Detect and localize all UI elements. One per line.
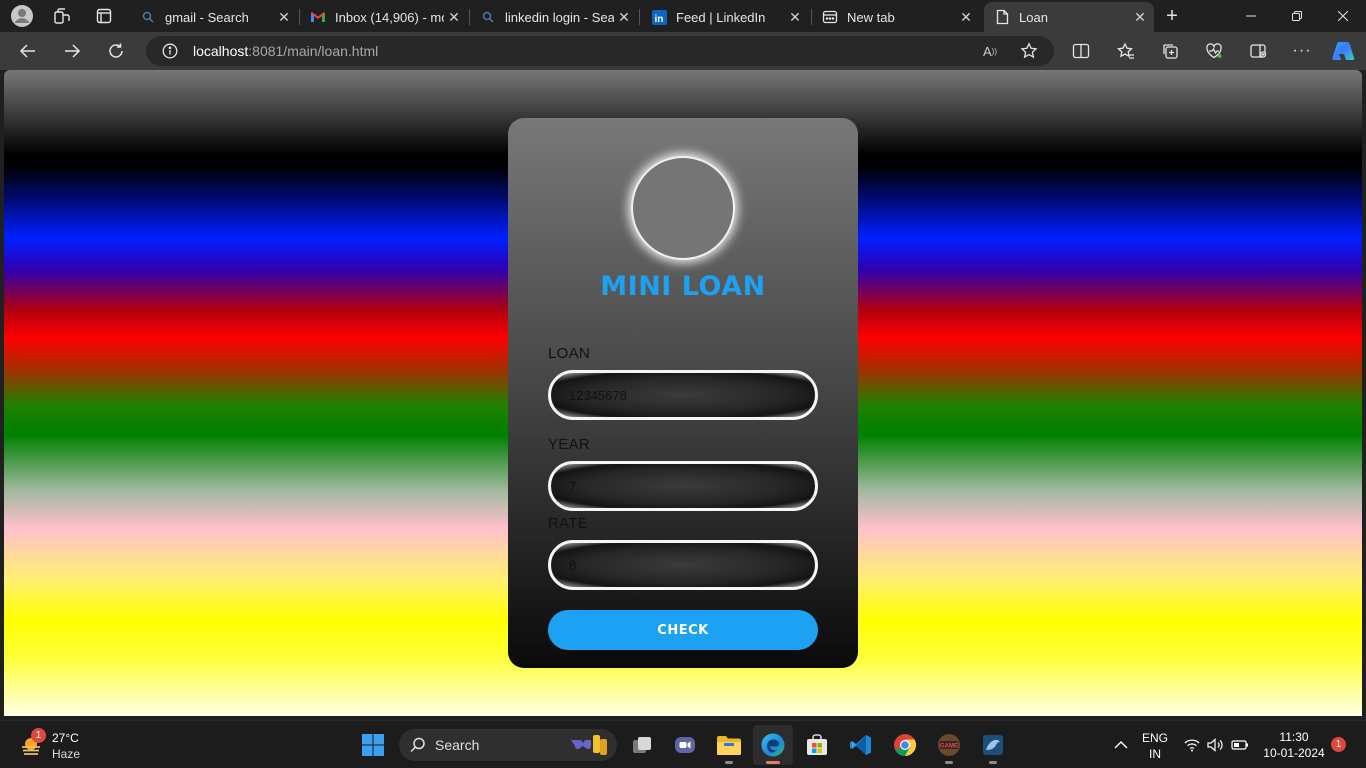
file-explorer-icon[interactable] — [709, 725, 749, 765]
taskbar-search[interactable]: Search — [399, 729, 617, 761]
running-indicator — [725, 761, 733, 764]
year-label: YEAR — [548, 436, 591, 453]
close-icon[interactable]: ✕ — [956, 7, 976, 27]
new-tab-page-icon — [822, 9, 838, 25]
tab-title: Inbox (14,906) - mol — [335, 9, 444, 25]
tab-new-tab[interactable]: New tab ✕ — [812, 2, 980, 32]
back-arrow-icon[interactable] — [13, 36, 43, 66]
close-icon[interactable]: ✕ — [1130, 7, 1150, 27]
show-hidden-icons-chevron-up-icon[interactable] — [1111, 735, 1131, 755]
vertical-tabs-icon[interactable] — [91, 4, 117, 28]
weather-badge: 1 — [31, 728, 46, 743]
new-tab-plus-icon[interactable]: + — [1159, 4, 1185, 28]
close-icon[interactable]: ✕ — [614, 7, 634, 27]
edge-browser-icon[interactable] — [753, 725, 793, 765]
chrome-icon[interactable] — [885, 725, 925, 765]
more-options-icon[interactable]: ··· — [1287, 36, 1317, 66]
search-highlight-icon — [571, 735, 607, 755]
read-aloud-icon[interactable]: A)) — [975, 36, 1005, 66]
game-app-icon[interactable]: GAME — [929, 725, 969, 765]
task-view-icon[interactable] — [622, 725, 662, 765]
search-label: Search — [435, 737, 480, 753]
search-icon — [480, 9, 496, 25]
page-icon — [994, 9, 1010, 25]
tab-strip: gmail - Search ✕ Inbox (14,906) - mol ✕ … — [0, 0, 1366, 32]
page-title: MINI LOAN — [600, 271, 766, 302]
tab-title: Feed | LinkedIn — [676, 9, 766, 25]
mysql-workbench-icon[interactable] — [973, 725, 1013, 765]
tab-linkedin-search[interactable]: linkedin login - Sear ✕ — [470, 2, 638, 32]
language-indicator-bottom[interactable]: IN — [1139, 747, 1171, 761]
refresh-icon[interactable] — [101, 36, 131, 66]
tab-gmail-search[interactable]: gmail - Search ✕ — [130, 2, 298, 32]
clock-date[interactable]: 10-01-2024 — [1256, 746, 1332, 760]
page-viewport: MINI LOAN LOAN 12345678 YEAR 7 RATE 8 CH… — [4, 70, 1362, 716]
battery-icon[interactable] — [1230, 735, 1250, 755]
restore-icon[interactable] — [1274, 0, 1320, 32]
address-bar[interactable]: localhost:8081/main/loan.html — [146, 36, 1054, 66]
gmail-icon — [310, 9, 326, 25]
extensions-icon[interactable] — [1243, 36, 1273, 66]
running-indicator — [945, 761, 953, 764]
tab-gmail-inbox[interactable]: Inbox (14,906) - mol ✕ — [300, 2, 468, 32]
loan-card: MINI LOAN LOAN 12345678 YEAR 7 RATE 8 CH… — [508, 118, 858, 668]
weather-widget[interactable]: 1 27°C Haze — [14, 727, 94, 763]
collections-icon[interactable] — [1155, 36, 1185, 66]
weather-temp: 27°C — [52, 731, 79, 745]
active-indicator — [766, 761, 780, 764]
tab-loan[interactable]: Loan ✕ — [984, 2, 1154, 32]
url-text: localhost:8081/main/loan.html — [193, 43, 379, 59]
search-icon — [140, 9, 156, 25]
profile-avatar-icon[interactable] — [9, 4, 35, 28]
rate-input-value: 8 — [569, 557, 577, 573]
tab-title: linkedin login - Sear — [505, 9, 614, 25]
year-input[interactable]: 7 — [548, 461, 818, 511]
tab-title: Loan — [1019, 9, 1048, 25]
windows-logo-icon — [362, 734, 384, 756]
close-window-icon[interactable] — [1320, 0, 1366, 32]
wifi-icon[interactable] — [1182, 735, 1202, 755]
start-button[interactable] — [353, 725, 393, 765]
forward-arrow-icon[interactable] — [57, 36, 87, 66]
close-icon[interactable]: ✕ — [785, 7, 805, 27]
svg-text:in: in — [654, 14, 663, 25]
linkedin-icon: in — [651, 9, 667, 25]
split-screen-icon[interactable] — [1066, 36, 1096, 66]
site-info-icon[interactable] — [162, 43, 178, 59]
volume-icon[interactable] — [1206, 735, 1226, 755]
notification-badge[interactable]: 1 — [1331, 737, 1346, 752]
rate-label: RATE — [548, 515, 589, 532]
browser-essentials-icon[interactable] — [1199, 36, 1229, 66]
language-indicator-top[interactable]: ENG — [1139, 731, 1171, 745]
loan-input-value: 12345678 — [569, 387, 627, 403]
check-button[interactable]: CHECK — [548, 610, 818, 650]
navigation-bar: localhost:8081/main/loan.html A)) ··· — [0, 32, 1366, 70]
loan-label: LOAN — [548, 345, 591, 362]
tab-title: New tab — [847, 9, 895, 25]
favorite-star-icon[interactable] — [1014, 36, 1044, 66]
tab-separator — [639, 9, 640, 25]
search-icon — [410, 737, 425, 753]
year-input-value: 7 — [569, 478, 577, 494]
favorites-icon[interactable] — [1111, 36, 1141, 66]
microsoft-store-icon[interactable] — [797, 725, 837, 765]
weather-condition: Haze — [52, 747, 81, 761]
rate-input[interactable]: 8 — [548, 540, 818, 590]
svg-text:GAME: GAME — [940, 744, 958, 750]
copilot-icon[interactable] — [1328, 36, 1358, 66]
workspaces-icon[interactable] — [49, 4, 75, 28]
tab-linkedin-feed[interactable]: in Feed | LinkedIn ✕ — [641, 2, 809, 32]
teams-chat-icon[interactable] — [665, 725, 705, 765]
close-icon[interactable]: ✕ — [444, 7, 464, 27]
tab-title: gmail - Search — [165, 9, 249, 25]
minimize-icon[interactable] — [1228, 0, 1274, 32]
running-indicator — [989, 761, 997, 764]
taskbar: 1 27°C Haze Search GAME ENG IN 11:30 10-… — [0, 720, 1366, 768]
close-icon[interactable]: ✕ — [274, 7, 294, 27]
vscode-icon[interactable] — [841, 725, 881, 765]
loan-input[interactable]: 12345678 — [548, 370, 818, 420]
clock-time[interactable]: 11:30 — [1256, 730, 1332, 744]
avatar — [633, 158, 733, 258]
